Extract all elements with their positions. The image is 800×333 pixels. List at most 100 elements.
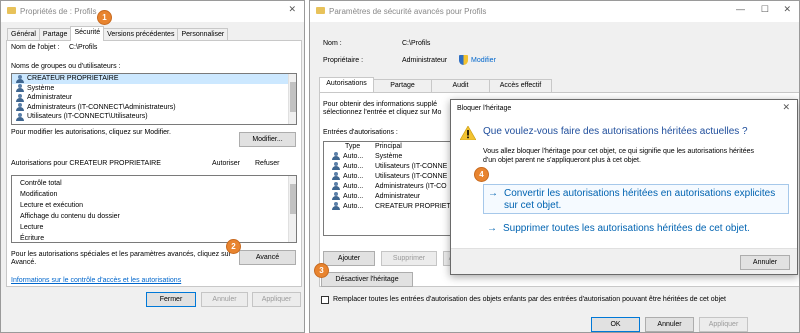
shield-icon bbox=[459, 55, 468, 65]
close-icon[interactable]: ✕ bbox=[782, 102, 790, 113]
users-icon bbox=[332, 182, 341, 190]
allow-column-header: Autoriser bbox=[212, 160, 241, 167]
perm-row: Lecture et exécution bbox=[12, 200, 296, 211]
users-icon bbox=[332, 202, 341, 210]
step-badge-1: 1 bbox=[98, 11, 111, 24]
dialog-footer: Annuler bbox=[451, 248, 797, 274]
list-item[interactable]: Administrateurs (IT-CONNECT\Administrate… bbox=[12, 103, 296, 113]
properties-window: Propriétés de : Profils ✕ Général Partag… bbox=[0, 0, 305, 333]
entry-type: Auto... bbox=[343, 173, 364, 180]
entry-principal: Administrateurs (IT-CO bbox=[375, 183, 447, 190]
perm-label: Lecture bbox=[20, 223, 44, 231]
close-icon[interactable]: ✕ bbox=[783, 4, 791, 15]
dialog-question: Que voulez-vous faire des autorisations … bbox=[483, 126, 748, 137]
close-icon[interactable]: ✕ bbox=[288, 4, 296, 15]
group-label: Utilisateurs (IT-CONNECT\Utilisateurs) bbox=[27, 113, 148, 120]
modify-hint: Pour modifier les autorisations, cliquez… bbox=[11, 129, 171, 136]
replace-children-label: Remplacer toutes les entrées d'autorisat… bbox=[333, 296, 726, 303]
dialog-titlebar[interactable]: Bloquer l'héritage ✕ bbox=[451, 100, 797, 118]
tab-autorisations[interactable]: Autorisations bbox=[319, 77, 374, 92]
col-type-header[interactable]: Type bbox=[345, 142, 375, 152]
groups-list[interactable]: CREATEUR PROPRIETAIRE Système Administra… bbox=[11, 73, 297, 125]
perm-label: Affichage du contenu du dossier bbox=[20, 212, 120, 220]
entry-principal: Système bbox=[375, 153, 403, 160]
arrow-right-icon: → bbox=[488, 188, 498, 199]
entries-label: Entrées d'autorisations : bbox=[323, 129, 398, 136]
list-item[interactable]: Utilisateurs (IT-CONNECT\Utilisateurs) bbox=[12, 112, 296, 122]
add-button[interactable]: Ajouter bbox=[323, 251, 375, 266]
dialog-cancel-button[interactable]: Annuler bbox=[740, 255, 790, 270]
close-button[interactable]: Fermer bbox=[146, 292, 196, 307]
entry-principal: Utilisateurs (IT-CONNE bbox=[375, 173, 448, 180]
advanced-button[interactable]: Avancé bbox=[239, 250, 296, 265]
list-item[interactable]: CREATEUR PROPRIETAIRE bbox=[12, 74, 296, 84]
users-icon bbox=[332, 162, 341, 170]
advanced-titlebar[interactable]: Paramètres de sécurité avancés pour Prof… bbox=[310, 1, 799, 22]
perm-row: Écriture bbox=[12, 233, 296, 242]
object-name-label: Nom de l'objet : bbox=[11, 44, 60, 51]
tab-audit[interactable]: Audit bbox=[431, 79, 490, 92]
properties-title: Propriétés de : Profils bbox=[20, 7, 97, 16]
perm-row: Affichage du contenu du dossier bbox=[12, 211, 296, 222]
perm-label: Lecture et exécution bbox=[20, 201, 84, 209]
list-item[interactable]: Système bbox=[12, 84, 296, 94]
ok-button[interactable]: OK bbox=[591, 317, 640, 332]
apply-button[interactable]: Appliquer bbox=[699, 317, 748, 332]
group-label: Administrateurs (IT-CONNECT\Administrate… bbox=[27, 103, 176, 111]
object-name-value: C:\Profils bbox=[69, 44, 98, 51]
tab-securite[interactable]: Sécurité bbox=[70, 26, 105, 41]
folder-icon bbox=[7, 7, 16, 14]
deny-column-header: Refuser bbox=[255, 160, 280, 167]
info-line-2: sélectionnez l'entrée et cliquez sur Mo bbox=[323, 109, 442, 116]
perm-label: Modification bbox=[20, 190, 58, 198]
entry-type: Auto... bbox=[343, 183, 364, 190]
dialog-description-line2: d'un objet parent ne s'appliqueront plus… bbox=[483, 157, 641, 164]
convert-inherited-option[interactable]: → Convertir les autorisations héritées e… bbox=[483, 184, 789, 214]
cancel-button[interactable]: Annuler bbox=[645, 317, 694, 332]
perm-row: Modification bbox=[12, 189, 296, 200]
advanced-tabs: Autorisations Partage Audit Accès effect… bbox=[319, 77, 552, 92]
groups-label: Noms de groupes ou d'utilisateurs : bbox=[11, 63, 121, 70]
step-badge-2: 2 bbox=[227, 240, 240, 253]
info-line-1: Pour obtenir des informations supplé bbox=[323, 101, 438, 108]
users-icon bbox=[16, 103, 25, 112]
security-panel: Nom de l'objet : C:\Profils Noms de grou… bbox=[6, 40, 302, 287]
perm-label: Écriture bbox=[20, 234, 45, 242]
name-label: Nom : bbox=[323, 40, 342, 47]
step-badge-4: 4 bbox=[475, 168, 488, 181]
owner-change-link[interactable]: Modifier bbox=[471, 57, 496, 64]
remove-inherited-option[interactable]: → Supprimer toutes les autorisations hér… bbox=[483, 220, 789, 238]
perms-label: Autorisations pour CREATEUR PROPRIETAIRE bbox=[11, 160, 161, 167]
advanced-title: Paramètres de sécurité avancés pour Prof… bbox=[329, 7, 487, 16]
col-principal-header[interactable]: Principal bbox=[375, 142, 402, 152]
maximize-icon[interactable]: ☐ bbox=[761, 4, 769, 15]
owner-label: Propriétaire : bbox=[323, 57, 364, 64]
replace-children-checkbox[interactable] bbox=[321, 296, 329, 304]
entry-type: Auto... bbox=[343, 163, 364, 170]
users-icon bbox=[332, 152, 341, 160]
properties-titlebar[interactable]: Propriétés de : Profils ✕ bbox=[1, 1, 304, 22]
perm-row: Lecture bbox=[12, 222, 296, 233]
disable-inheritance-button[interactable]: Désactiver l'héritage bbox=[321, 272, 413, 287]
dialog-description-line1: Vous allez bloquer l'héritage pour cet o… bbox=[483, 148, 755, 155]
dialog-title: Bloquer l'héritage bbox=[457, 105, 512, 112]
groups-scrollbar[interactable] bbox=[288, 74, 296, 124]
advanced-hint-line1: Pour les autorisations spéciales et les … bbox=[11, 251, 231, 258]
tab-partage[interactable]: Partage bbox=[373, 79, 432, 92]
perm-row: Contrôle total bbox=[12, 178, 296, 189]
group-label: CREATEUR PROPRIETAIRE bbox=[27, 75, 119, 82]
entry-type: Auto... bbox=[343, 193, 364, 200]
perms-scrollbar[interactable] bbox=[288, 176, 296, 242]
group-label: Administrateur bbox=[27, 94, 73, 101]
cancel-button[interactable]: Annuler bbox=[201, 292, 248, 307]
apply-button[interactable]: Appliquer bbox=[252, 292, 301, 307]
modify-button[interactable]: Modifier... bbox=[239, 132, 296, 147]
user-icon bbox=[332, 192, 341, 200]
users-icon bbox=[332, 172, 341, 180]
access-control-info-link[interactable]: Informations sur le contrôle d'accès et … bbox=[11, 277, 181, 284]
minimize-icon[interactable]: — bbox=[736, 4, 745, 14]
tab-acces-effectif[interactable]: Accès effectif bbox=[489, 79, 552, 92]
step-badge-3: 3 bbox=[315, 264, 328, 277]
remove-button[interactable]: Supprimer bbox=[381, 251, 437, 266]
list-item[interactable]: Administrateur bbox=[12, 93, 296, 103]
